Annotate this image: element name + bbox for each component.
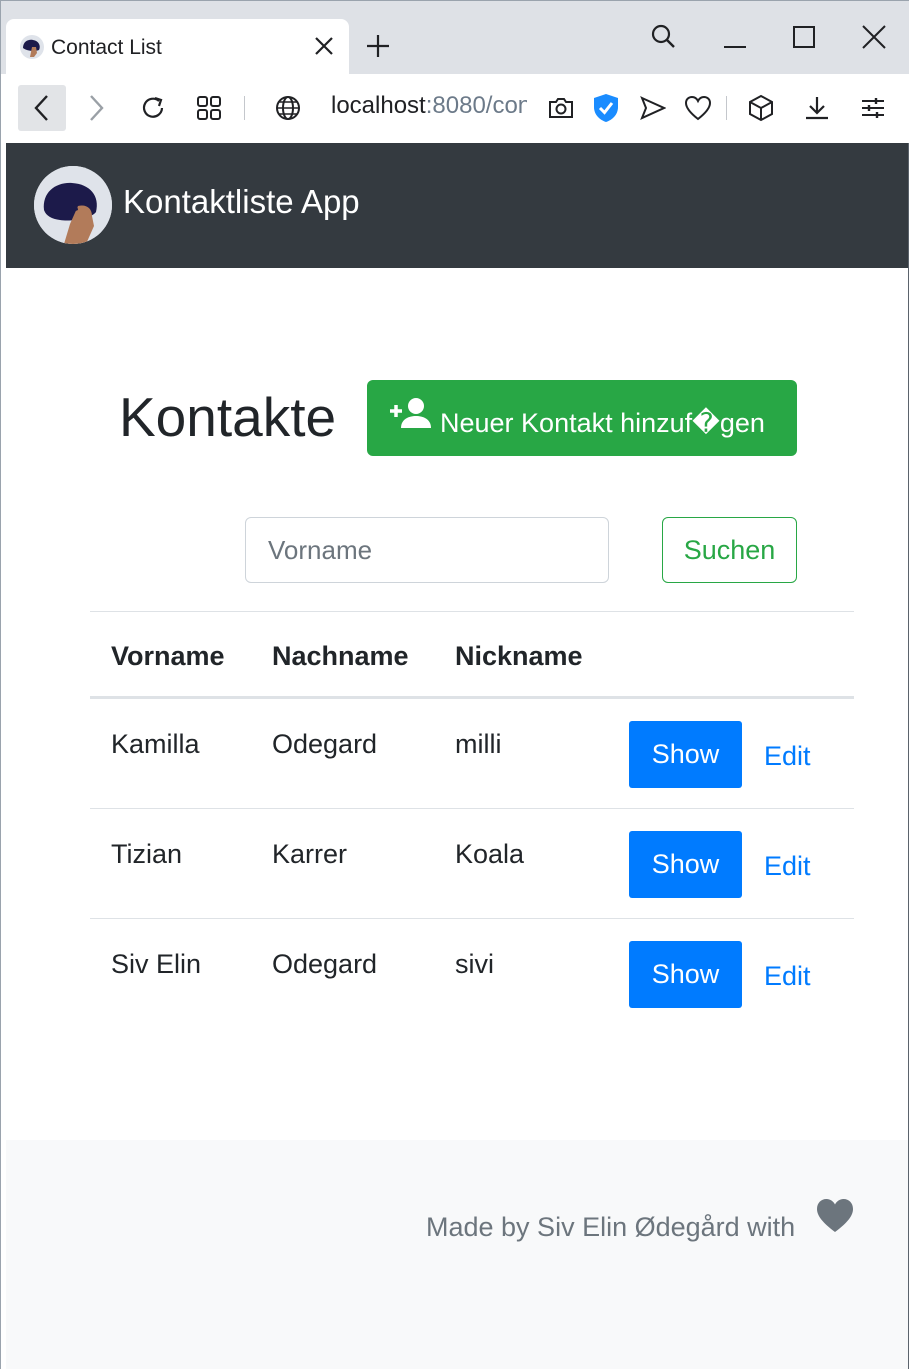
reload-button[interactable] xyxy=(129,85,177,131)
add-contact-button[interactable]: Neuer Kontakt hinzuf�gen xyxy=(367,380,797,456)
url-host: localhost xyxy=(331,92,426,119)
close-window-icon[interactable] xyxy=(860,23,888,51)
favorites-button[interactable] xyxy=(674,85,722,131)
cell-vorname: Kamilla xyxy=(111,729,200,759)
cell-nachname: Odegard xyxy=(272,729,378,759)
minimize-icon[interactable] xyxy=(721,23,749,51)
cell-vorname: Siv Elin xyxy=(111,949,202,979)
add-user-icon xyxy=(390,398,431,428)
browser-window: Contact List localhost:8080/con Kontaktl… xyxy=(0,0,909,1369)
browser-toolbar: localhost:8080/contacts xyxy=(1,74,909,143)
show-button[interactable]: Show xyxy=(629,941,742,1008)
new-tab-icon[interactable] xyxy=(365,33,391,59)
table-row: Tizian Karrer Koala Show Edit xyxy=(90,809,854,919)
url-path: :8080/contacts xyxy=(425,92,527,119)
address-bar[interactable]: localhost:8080/contacts xyxy=(331,92,527,120)
avatar-favicon-icon xyxy=(20,35,44,59)
footer: Made by Siv Elin Ødegård with xyxy=(6,1140,909,1369)
cell-vorname: Tizian xyxy=(111,839,183,869)
chevron-right-icon xyxy=(90,95,104,121)
contacts-table: Vorname Nachname Nickname Kamilla Odegar… xyxy=(90,611,854,1029)
send-button[interactable] xyxy=(629,85,677,131)
search-button[interactable]: Suchen xyxy=(662,517,797,583)
column-header-vorname: Vorname xyxy=(111,641,225,671)
column-header-nickname: Nickname xyxy=(455,641,583,671)
cube-icon xyxy=(749,94,773,122)
adblock-button[interactable] xyxy=(582,85,630,131)
extensions-button[interactable] xyxy=(737,85,785,131)
search-input[interactable] xyxy=(245,517,609,583)
edit-link[interactable]: Edit xyxy=(764,741,811,772)
grid-icon xyxy=(197,96,221,120)
forward-button[interactable] xyxy=(72,85,120,131)
snapshot-button[interactable] xyxy=(537,85,585,131)
heart-icon xyxy=(817,1199,853,1232)
cell-nachname: Karrer xyxy=(272,839,348,869)
app-navbar: Kontaktliste App xyxy=(6,143,909,268)
sliders-icon xyxy=(862,98,884,118)
toolbar-divider xyxy=(244,96,245,120)
table-header: Vorname Nachname Nickname xyxy=(90,611,854,699)
heart-outline-icon xyxy=(684,95,712,121)
maximize-icon[interactable] xyxy=(790,23,818,51)
edit-link[interactable]: Edit xyxy=(764,851,811,882)
tab-strip: Contact List xyxy=(1,1,909,75)
cell-nickname: Koala xyxy=(455,839,525,869)
cell-nachname: Odegard xyxy=(272,949,378,979)
camera-icon xyxy=(549,98,573,118)
easy-setup-button[interactable] xyxy=(849,85,897,131)
show-button[interactable]: Show xyxy=(629,831,742,898)
add-contact-label: Neuer Kontakt hinzuf�gen xyxy=(440,408,765,438)
downloads-button[interactable] xyxy=(793,85,841,131)
globe-icon xyxy=(276,96,300,120)
cell-nickname: milli xyxy=(455,729,502,759)
tab-title: Contact List xyxy=(51,36,162,59)
avatar[interactable] xyxy=(34,166,112,244)
page-title: Kontakte xyxy=(119,386,337,448)
cell-nickname: sivi xyxy=(455,949,494,979)
tab-contact-list[interactable]: Contact List xyxy=(6,19,349,75)
table-row: Siv Elin Odegard sivi Show Edit xyxy=(90,919,854,1029)
shield-check-icon xyxy=(594,94,618,122)
edit-link[interactable]: Edit xyxy=(764,961,811,992)
speed-dial-button[interactable] xyxy=(185,85,233,131)
back-button[interactable] xyxy=(18,85,66,131)
close-tab-icon[interactable] xyxy=(312,34,336,58)
chevron-left-icon xyxy=(34,95,48,121)
table-row: Kamilla Odegard milli Show Edit xyxy=(90,699,854,809)
send-icon xyxy=(640,96,666,120)
column-header-nachname: Nachname xyxy=(272,641,409,671)
footer-text: Made by Siv Elin Ødegård with xyxy=(426,1212,796,1242)
reload-icon xyxy=(142,96,164,118)
download-icon xyxy=(806,97,828,120)
brand-title[interactable]: Kontaktliste App xyxy=(123,183,360,221)
site-info-button[interactable] xyxy=(264,85,312,131)
avatar-illustration-icon xyxy=(34,166,112,244)
search-tabs-icon[interactable] xyxy=(649,23,677,51)
toolbar-divider xyxy=(726,96,727,120)
show-button[interactable]: Show xyxy=(629,721,742,788)
